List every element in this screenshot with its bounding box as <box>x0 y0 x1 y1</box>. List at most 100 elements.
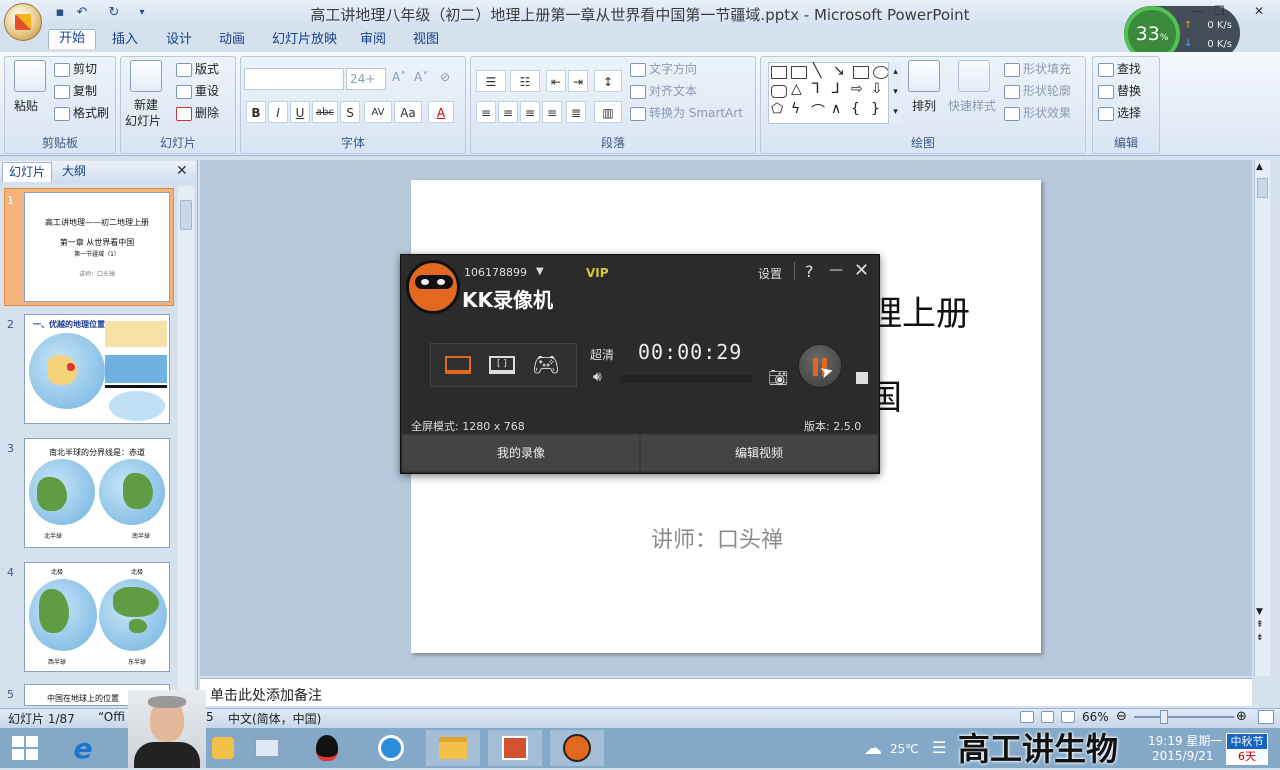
stop-record-icon[interactable] <box>856 372 868 384</box>
down-arrow-shape-icon[interactable]: ⇩ <box>871 81 883 97</box>
fit-window-icon[interactable] <box>1258 710 1274 724</box>
powerpoint-taskbar-icon[interactable] <box>488 730 542 766</box>
scroll-thumb[interactable] <box>1257 178 1268 198</box>
curve-shape-icon[interactable]: ∧ <box>831 101 841 117</box>
shape-outline-button[interactable]: 形状轮廓 <box>1004 82 1071 99</box>
numbering-icon[interactable]: ☷ <box>510 70 540 92</box>
kk-close-icon[interactable]: ✕ <box>854 260 869 281</box>
notes-pane[interactable]: 单击此处添加备注 <box>200 678 1252 706</box>
rect-shape-icon[interactable] <box>853 66 869 79</box>
volume-icon[interactable]: 🔊︎ <box>593 369 602 385</box>
textbox-shape-icon[interactable] <box>771 66 787 79</box>
pane-scroll-thumb[interactable] <box>180 200 192 230</box>
tab-review[interactable]: 审阅 <box>350 31 396 51</box>
normal-view-icon[interactable] <box>1020 711 1034 723</box>
zoom-slider[interactable] <box>1134 716 1234 718</box>
sorter-view-icon[interactable] <box>1040 711 1055 723</box>
arrow-shape-icon[interactable]: ↘ <box>833 63 845 79</box>
columns-icon[interactable]: ▥ <box>594 101 622 123</box>
kk-minimize-icon[interactable]: — <box>829 262 843 278</box>
language[interactable]: 中文(简体，中国) <box>228 710 321 727</box>
kk-recorder-taskbar-icon[interactable] <box>550 730 604 766</box>
tab-view[interactable]: 视图 <box>403 31 449 51</box>
text-direction-button[interactable]: 文字方向 <box>630 60 697 77</box>
slide-lecturer[interactable]: 讲师：口头禅 <box>651 522 783 554</box>
format-painter-button[interactable]: 格式刷 <box>54 104 109 121</box>
ie-icon[interactable]: e <box>56 730 110 766</box>
tab-outline[interactable]: 大纲 <box>56 162 92 182</box>
pane-scrollbar[interactable] <box>178 186 194 706</box>
align-center-icon[interactable]: ≡ <box>498 101 518 123</box>
replace-button[interactable]: 替换 <box>1098 82 1141 99</box>
clear-format-icon[interactable]: ⊘ <box>440 70 450 84</box>
my-recordings-button[interactable]: 我的录像 <box>403 435 639 471</box>
game-mode-icon[interactable]: 🎮︎ <box>532 353 560 378</box>
paste-button[interactable]: 粘贴 <box>14 97 38 114</box>
line-shape-icon[interactable]: ╲ <box>813 63 821 79</box>
kk-help-button[interactable]: ? <box>805 262 814 281</box>
font-size-input[interactable]: 24+ <box>346 68 386 90</box>
edit-video-button[interactable]: 编辑视频 <box>641 435 877 471</box>
strikethrough-button[interactable]: abc <box>312 101 338 123</box>
zoom-out-icon[interactable]: ⊖ <box>1116 709 1127 724</box>
brace-left-shape-icon[interactable]: { <box>851 101 860 117</box>
pentagon-shape-icon[interactable]: ⬠ <box>771 101 783 117</box>
screenshot-camera-icon[interactable]: 📷︎ <box>768 368 788 387</box>
triangle-shape-icon[interactable]: △ <box>791 81 802 97</box>
decrease-indent-icon[interactable]: ⇤ <box>546 70 566 92</box>
slideshow-view-icon[interactable] <box>1061 711 1076 723</box>
tab-slideshow[interactable]: 幻灯片放映 <box>262 31 347 51</box>
italic-button[interactable]: I <box>268 101 288 123</box>
right-arrow-shape-icon[interactable]: ⇨ <box>851 81 863 97</box>
bold-button[interactable]: B <box>246 101 266 123</box>
arrange-button[interactable]: 排列 <box>912 97 936 114</box>
line-spacing-icon[interactable]: ↕ <box>594 70 622 92</box>
cut-button[interactable]: 剪切 <box>54 60 97 77</box>
layout-button[interactable]: 版式 <box>176 60 219 77</box>
slide-thumb-3[interactable]: 南北半球的分界线是：赤道 北半球 南半球 <box>24 438 170 548</box>
close-window-icon[interactable]: ✕ <box>1248 2 1270 20</box>
file-explorer-icon[interactable] <box>426 730 480 766</box>
zoom-level[interactable]: 66% <box>1082 710 1109 724</box>
quick-styles-icon[interactable] <box>958 60 990 92</box>
grow-font-icon[interactable]: A˄ <box>392 70 406 84</box>
clock-date[interactable]: 2015/9/21 <box>1152 749 1214 763</box>
new-slide-label[interactable]: 新建 <box>134 96 158 113</box>
rounded-rect-shape-icon[interactable] <box>771 85 787 98</box>
justify-icon[interactable]: ≡ <box>542 101 562 123</box>
festival-badge[interactable]: 中秋节 6天 <box>1226 733 1268 765</box>
kk-settings-button[interactable]: 设置 <box>758 265 782 282</box>
office-button[interactable] <box>4 3 42 41</box>
tab-design[interactable]: 设计 <box>156 31 202 51</box>
select-button[interactable]: 选择 <box>1098 104 1141 121</box>
align-left-icon[interactable]: ≡ <box>476 101 496 123</box>
quick-styles-button[interactable]: 快速样式 <box>948 97 996 114</box>
char-spacing-button[interactable]: AV <box>364 101 392 123</box>
pane-close-icon[interactable]: ✕ <box>176 163 188 179</box>
tab-slides[interactable]: 幻灯片 <box>2 162 53 182</box>
scroll-up-icon[interactable]: ▲ <box>1256 162 1263 172</box>
align-right-icon[interactable]: ≡ <box>520 101 540 123</box>
slide-scrollbar[interactable]: ▲ ▼ ⇞ ⇟ <box>1254 160 1270 676</box>
new-slide-icon[interactable] <box>130 60 162 92</box>
qq-icon[interactable] <box>300 730 354 766</box>
zoom-in-icon[interactable]: ⊕ <box>1236 709 1247 724</box>
browser-icon[interactable] <box>364 730 418 766</box>
volume-bar[interactable] <box>620 375 752 383</box>
font-color-icon[interactable]: A <box>428 101 454 123</box>
delete-button[interactable]: 删除 <box>176 104 219 121</box>
slide-thumb-1[interactable]: 高工讲地理——初二地理上册 第一章 从世界看中国 第一节疆域（1） 讲师：口头禅 <box>24 192 170 302</box>
vtextbox-shape-icon[interactable] <box>791 66 807 79</box>
account-dropdown-icon[interactable]: ▼ <box>536 266 544 277</box>
shapes-gallery[interactable]: ╲ ↘ △ ᒣ ᒧ ⇨ ⇩ ⬠ ϟ ⌒ ∧ { } <box>768 62 902 124</box>
monitor-app-icon[interactable] <box>240 730 294 766</box>
windows-start-icon[interactable] <box>12 736 38 760</box>
arrange-icon[interactable] <box>908 60 940 92</box>
shape-fill-button[interactable]: 形状填充 <box>1004 60 1071 77</box>
zoom-slider-thumb[interactable] <box>1160 710 1168 724</box>
scroll-down-icon[interactable]: ▼ ⇞ ⇟ <box>1256 606 1264 645</box>
clock-time[interactable]: 19:19 星期一 <box>1148 732 1222 749</box>
wifi-icon[interactable]: ☰ <box>932 738 946 757</box>
slide-thumb-4[interactable]: 北极 北极 西半球 东半球 <box>24 562 170 672</box>
underline-button[interactable]: U <box>290 101 310 123</box>
